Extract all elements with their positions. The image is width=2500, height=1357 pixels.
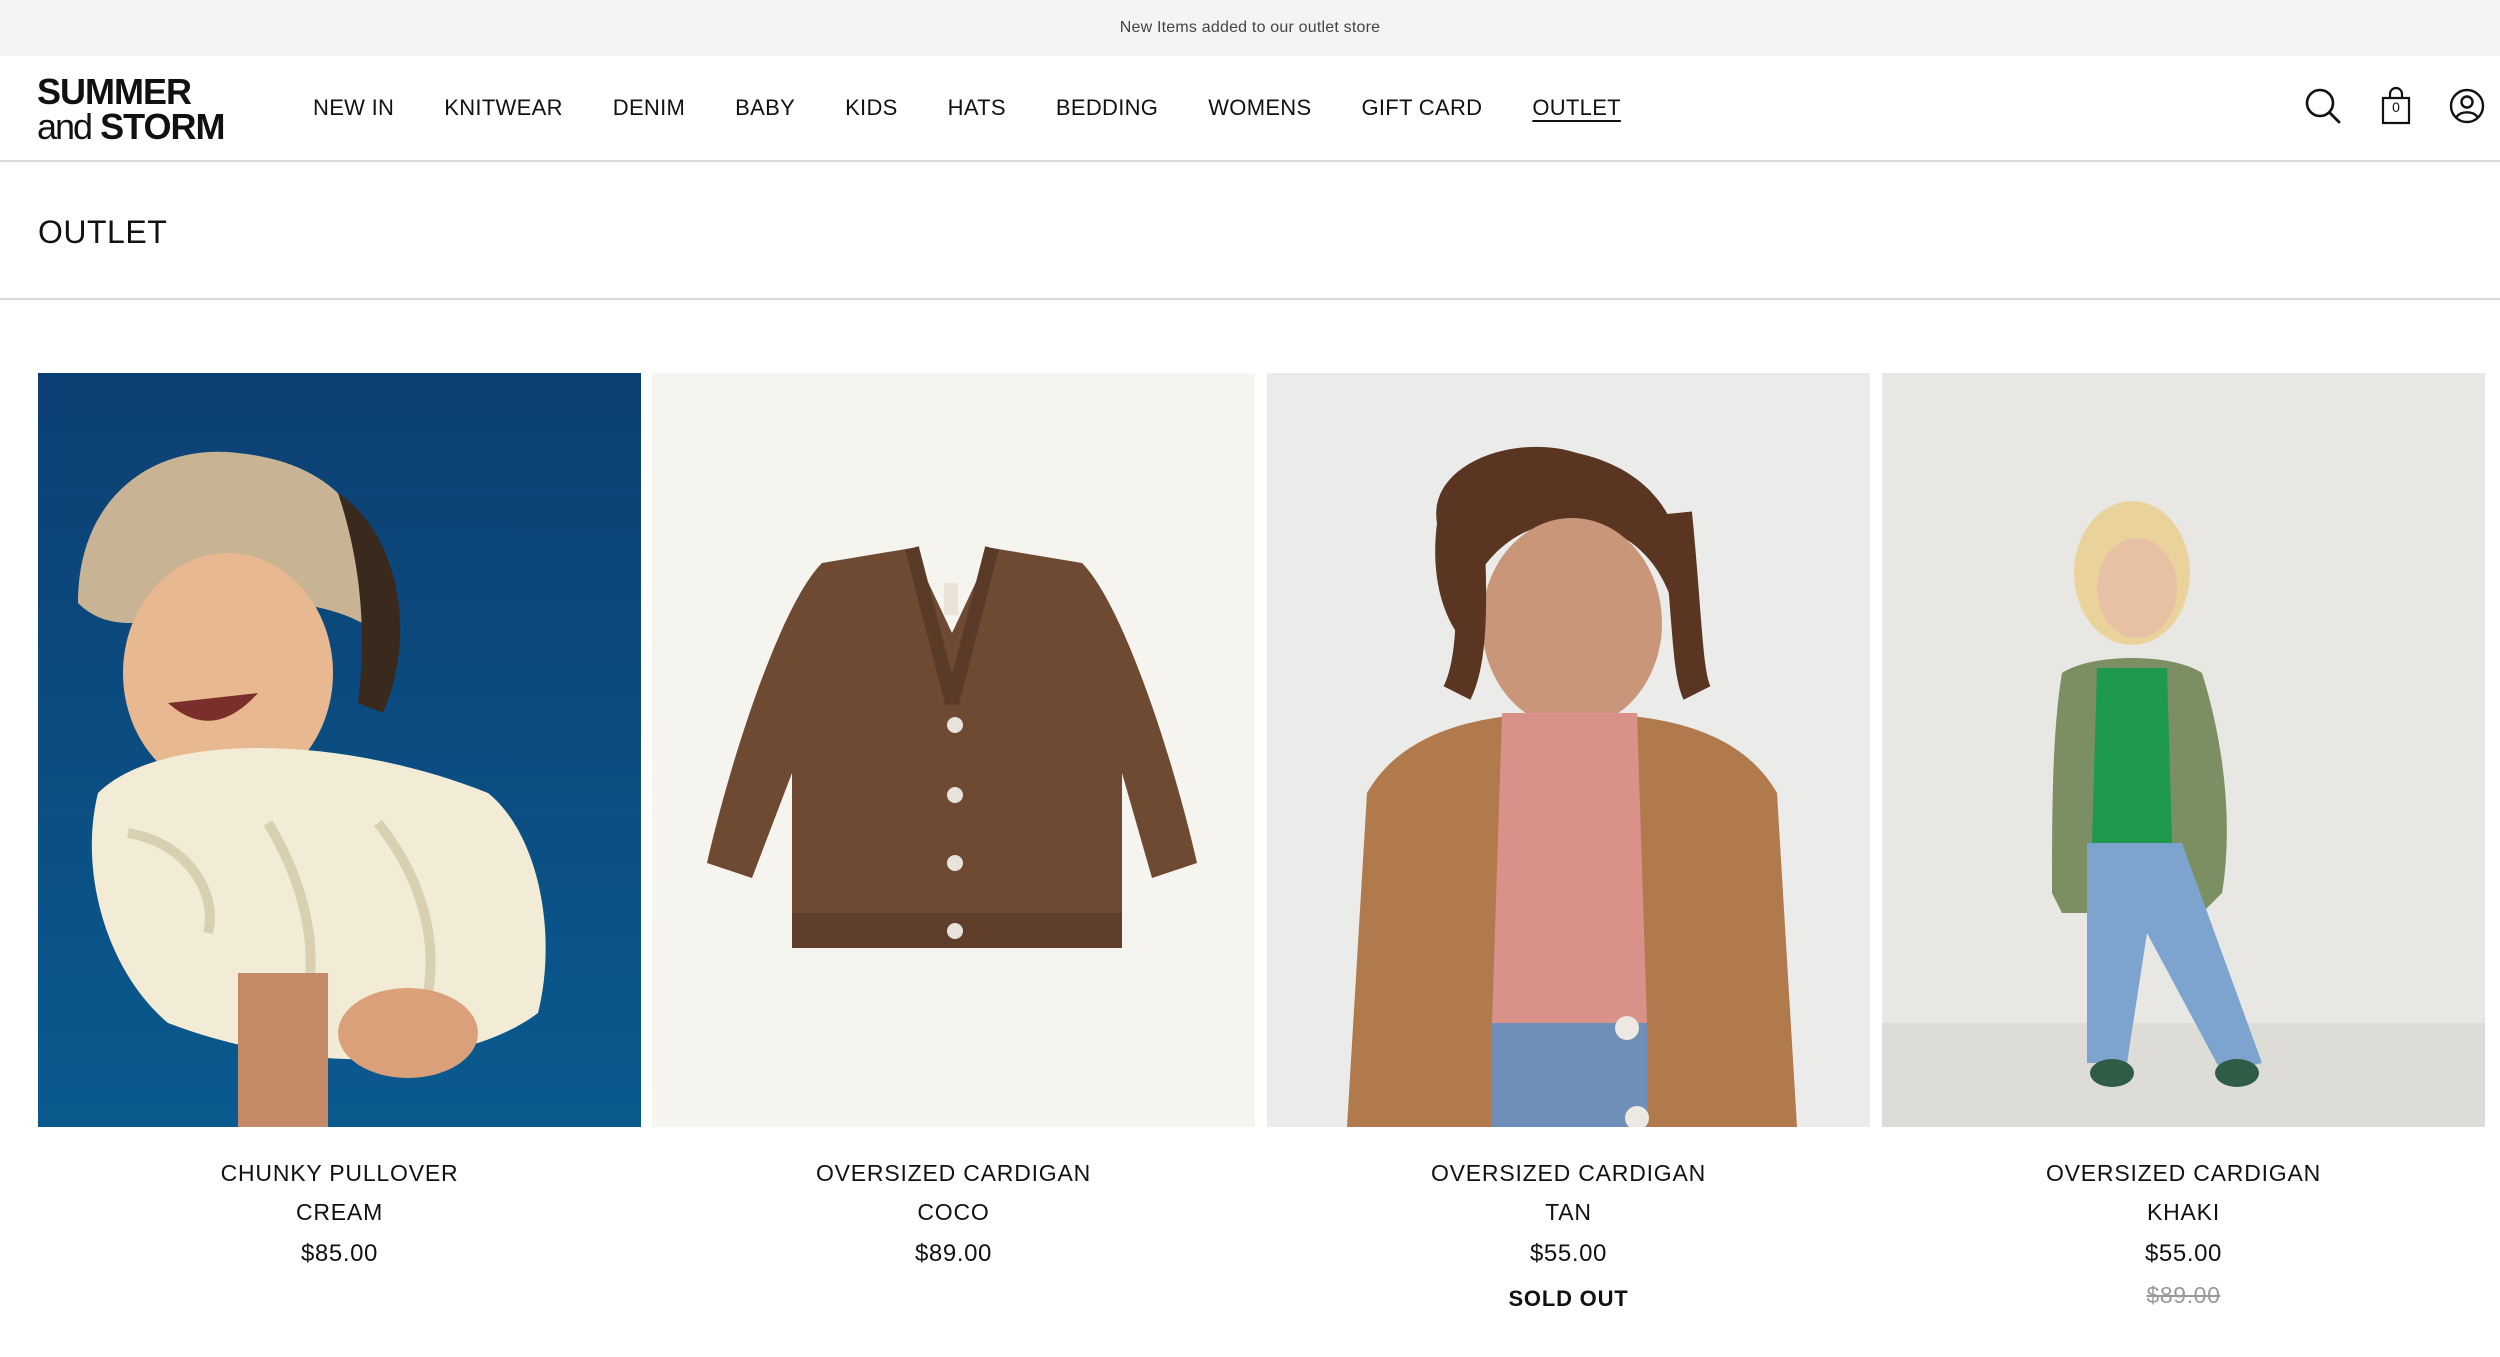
- nav-item-denim[interactable]: DENIM: [613, 95, 685, 121]
- logo-line-1: SUMMER: [37, 71, 192, 112]
- product-price: $55.00: [1529, 1240, 1607, 1267]
- nav-item-kids[interactable]: KIDS: [845, 95, 898, 121]
- nav-item-new-in[interactable]: NEW IN: [313, 95, 394, 121]
- product-name[interactable]: OVERSIZED CARDIGAN: [1882, 1160, 2485, 1187]
- compare-at-price: $89.00: [2146, 1282, 2221, 1308]
- product-name[interactable]: OVERSIZED CARDIGAN: [652, 1160, 1255, 1187]
- nav-item-bedding[interactable]: BEDDING: [1056, 95, 1158, 121]
- product-color: CREAM: [295, 1199, 384, 1225]
- product-color: TAN: [1545, 1199, 1592, 1225]
- product-image[interactable]: [652, 373, 1255, 1127]
- collection-header: OUTLET: [0, 162, 2500, 300]
- product-card[interactable]: OVERSIZED CARDIGAN KHAKI $55.00 $89.00: [1882, 373, 2485, 1309]
- site-header: SUMMER and STORM NEW IN KNITWEAR DENIM B…: [0, 56, 2500, 162]
- search-icon[interactable]: [2302, 85, 2344, 127]
- product-card[interactable]: CHUNKY PULLOVER CREAM $85.00: [38, 373, 641, 1268]
- product-card[interactable]: OVERSIZED CARDIGAN COCO $89.00: [652, 373, 1255, 1268]
- logo-storm: STORM: [100, 106, 225, 148]
- product-image[interactable]: [38, 373, 641, 1127]
- logo-and: and: [37, 106, 93, 148]
- product-image[interactable]: [1882, 373, 2485, 1127]
- announcement-text: New Items added to our outlet store: [1119, 19, 1381, 36]
- shopping-bag-icon[interactable]: 0: [2375, 85, 2417, 127]
- sold-out-badge: SOLD OUT: [1508, 1286, 1629, 1311]
- nav-item-outlet[interactable]: OUTLET: [1532, 95, 1621, 121]
- page-title: OUTLET: [38, 214, 168, 250]
- product-name[interactable]: CHUNKY PULLOVER: [38, 1160, 641, 1187]
- logo-line-2: and STORM: [37, 106, 227, 148]
- store-logo[interactable]: SUMMER and STORM: [37, 71, 227, 144]
- product-price: $85.00: [300, 1240, 378, 1267]
- announcement-bar: New Items added to our outlet store: [0, 0, 2500, 56]
- nav-item-hats[interactable]: HATS: [948, 95, 1006, 121]
- product-image[interactable]: [1267, 373, 1870, 1127]
- user-account-icon[interactable]: [2446, 85, 2488, 127]
- product-price: $89.00: [914, 1240, 992, 1267]
- product-price: $55.00: [2144, 1240, 2222, 1267]
- nav-item-womens[interactable]: WOMENS: [1208, 95, 1311, 121]
- product-card[interactable]: OVERSIZED CARDIGAN TAN $55.00 SOLD OUT: [1267, 373, 1870, 1312]
- nav-item-knitwear[interactable]: KNITWEAR: [444, 95, 563, 121]
- product-color: KHAKI: [2146, 1199, 2221, 1225]
- nav-item-baby[interactable]: BABY: [735, 95, 795, 121]
- product-name[interactable]: OVERSIZED CARDIGAN: [1267, 1160, 1870, 1187]
- product-color: COCO: [917, 1199, 990, 1225]
- main-nav: NEW IN KNITWEAR DENIM BABY KIDS HATS BED…: [313, 56, 1671, 160]
- nav-item-gift-card[interactable]: GIFT CARD: [1361, 95, 1482, 121]
- cart-count: 0: [2392, 99, 2400, 115]
